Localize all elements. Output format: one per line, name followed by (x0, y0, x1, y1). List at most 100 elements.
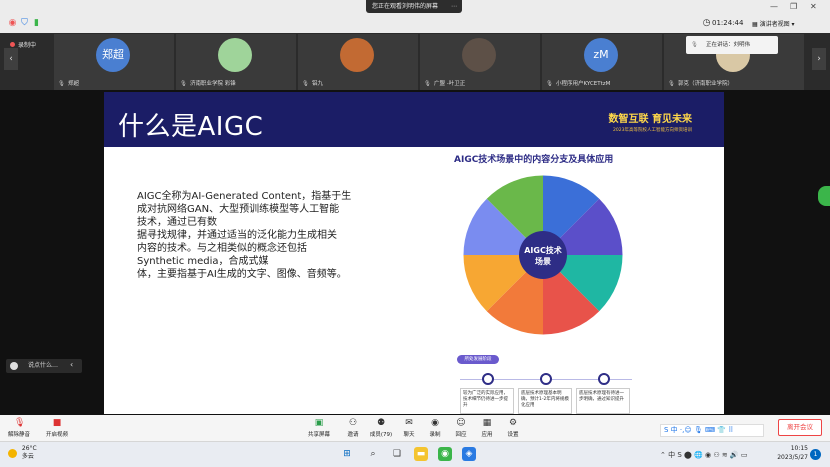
camera-off-icon: ■ (52, 418, 62, 428)
participant-name: 郑超 (67, 81, 79, 87)
participant-tile[interactable]: 🎙 济南职业学院 彩锋 (176, 34, 296, 90)
time: 10:15 (790, 445, 808, 452)
wifi-icon: ◉ (8, 18, 17, 28)
diagram-title: AIGC技术场景中的内容分支及具体应用 (454, 155, 614, 165)
wheel-center (519, 231, 567, 279)
body-line: 成对抗网络GAN、大型预训练模型等人工智能 (137, 204, 340, 215)
gear-icon: ⚙ (508, 418, 518, 428)
flow-box: 底层技术原理基本明确，预计1-2年内将规模化应用 (518, 388, 572, 414)
notification-badge[interactable]: 1 (810, 449, 821, 460)
wechat-icon[interactable]: ◉ (438, 447, 452, 461)
participant-name: 广盟 -叶卫正 (433, 81, 466, 87)
temperature: 26°C (21, 445, 37, 452)
settings-button[interactable]: ⚙ 设置 (498, 418, 528, 438)
slide-body-text: AIGC全称为AI-Generated Content，指基于生 成对抗网络GA… (137, 190, 387, 281)
viewing-screen-chip[interactable]: 您正在观看刘明伟的屏幕 ⋯ (366, 0, 462, 13)
invite-button[interactable]: ⚇ 邀请 (338, 418, 368, 438)
search-icon[interactable]: ⌕ (366, 447, 380, 461)
participant-name: 铝九 (311, 81, 323, 87)
body-line: 据寻找规律，并通过适当的泛化能力生成相关 (137, 230, 337, 241)
shield-icon[interactable]: ⛉ (20, 19, 29, 28)
members-button[interactable]: ⚉ 成员(79) (366, 418, 396, 438)
participant-tile[interactable]: 🎙 铝九 (298, 34, 418, 90)
avatar (340, 38, 374, 72)
emoji-icon (10, 362, 18, 370)
video-button[interactable]: ■ 开启视频 (42, 418, 72, 438)
leave-meeting-button[interactable]: 离开会议 (778, 419, 822, 436)
signal-icon: ▮ (34, 18, 39, 28)
record-icon: ◉ (431, 418, 439, 428)
participant-tile[interactable]: 郑超 🎙 郑超 (54, 34, 174, 90)
slide-brand-subtitle: 2023年高等院校人工智能方向师资培训 (613, 128, 692, 133)
task-view-icon[interactable]: ❏ (390, 447, 404, 461)
mute-button[interactable]: 🎙 解除静音 (4, 418, 34, 438)
recording-label: 录制中 (18, 42, 37, 49)
date: 2023/5/27 (777, 454, 808, 461)
system-tray[interactable]: ⌃ 中 S ⬤ 🌐 ◉ ⚇ ≋ 🔊 ▭ (660, 450, 747, 460)
more-icon[interactable]: ⋯ (451, 0, 457, 13)
body-line: 体，主要指基于AI生成的文字、图像、音频等。 (137, 269, 347, 280)
side-floating-button[interactable] (818, 186, 830, 206)
mic-muted-icon: 🎙 (424, 81, 431, 87)
slide-title: 什么是AIGC (118, 112, 264, 142)
view-mode-button[interactable]: ▦ 演讲者视图 ▾ (752, 19, 795, 28)
body-line: AIGC全称为AI-Generated Content，指基于生 (137, 191, 352, 202)
speaker-icon: 🎙 (691, 42, 698, 48)
flow-node (540, 373, 552, 385)
file-explorer-icon[interactable]: ▬ (414, 447, 428, 461)
share-screen-button[interactable]: ▣ 共享屏幕 (304, 418, 334, 438)
view-mode-label: 演讲者视图 (759, 21, 790, 28)
avatar (218, 38, 252, 72)
recording-dot-icon (10, 42, 15, 47)
avatar: zM (584, 38, 618, 72)
speaking-indicator: 🎙 正在讲话：刘明伟 (686, 36, 778, 54)
flow-stage-tag: 所处发展阶段 (457, 355, 499, 364)
participant-name: 郭克（济南职业学院） (677, 81, 733, 87)
participant-tile[interactable]: 🎙 广盟 -叶卫正 (420, 34, 540, 90)
flow-node (598, 373, 610, 385)
add-user-icon: ⚇ (348, 418, 358, 428)
mic-muted-icon: 🎙 (180, 81, 187, 87)
weather-widget[interactable]: 26°C 多云 (8, 445, 37, 461)
presentation-slide: 什么是AIGC 数智互联 育见未来 2023年高等院校人工智能方向师资培训 AI… (104, 92, 724, 414)
mic-muted-icon: 🎙 (302, 81, 309, 87)
strip-next-button[interactable]: › (812, 48, 826, 70)
grid-icon: ▦ (752, 21, 760, 28)
meeting-clock: 01:24:44 (712, 19, 744, 27)
mic-muted-icon: 🎙 (546, 81, 553, 87)
mic-muted-icon: 🎙 (58, 81, 65, 87)
wheel-center-label: AIGC技术 (524, 245, 562, 255)
members-icon: ⚉ (376, 418, 386, 428)
clock-icon: ◷ (702, 18, 711, 28)
participant-name: 济南职业学院 彩锋 (189, 81, 236, 87)
body-line: 内容的技术。与之相类似的概念还包括 (137, 243, 307, 254)
chat-placeholder: 说点什么… (28, 362, 59, 369)
restore-icon[interactable]: ❐ (790, 2, 797, 11)
viewing-label: 您正在观看刘明伟的屏幕 (372, 3, 439, 10)
strip-prev-button[interactable]: ‹ (4, 48, 18, 70)
share-screen-icon: ▣ (314, 418, 324, 428)
smile-icon: ☺ (456, 418, 466, 428)
start-icon[interactable]: ⊞ (340, 447, 354, 461)
close-icon[interactable]: ✕ (810, 2, 817, 11)
taskbar-clock[interactable]: 10:15 2023/5/27 (776, 444, 808, 462)
collapse-chat-icon[interactable]: ‹ (70, 360, 73, 369)
mic-muted-icon: 🎙 (668, 81, 675, 87)
weather-text: 多云 (21, 453, 34, 460)
weather-sun-icon (8, 448, 17, 458)
body-line: Synthetic media，合成式媒 (137, 256, 269, 267)
minimize-icon[interactable]: — (770, 2, 778, 11)
slide-brand: 数智互联 育见未来 (608, 114, 692, 125)
aigc-wheel-diagram: AIGC技术 场景 (462, 174, 624, 336)
participant-name: 小程序用户KYCETtzM (555, 81, 611, 87)
flow-box: 底层技术原理有待进一步明确，通过知识提升 (576, 388, 630, 414)
tencent-meeting-icon[interactable]: ◈ (462, 447, 476, 461)
wheel-center-label: 场景 (535, 256, 551, 266)
flow-node (482, 373, 494, 385)
ime-toolbar[interactable]: S 中 ·,☺ 🎙 ⌨ 👕 ⠿ (660, 424, 764, 437)
participant-tile[interactable]: zM 🎙 小程序用户KYCETtzM (542, 34, 662, 90)
avatar (462, 38, 496, 72)
avatar: 郑超 (96, 38, 130, 72)
chat-icon: ✉ (405, 418, 413, 428)
body-line: 技术，通过已有数 (137, 217, 217, 228)
